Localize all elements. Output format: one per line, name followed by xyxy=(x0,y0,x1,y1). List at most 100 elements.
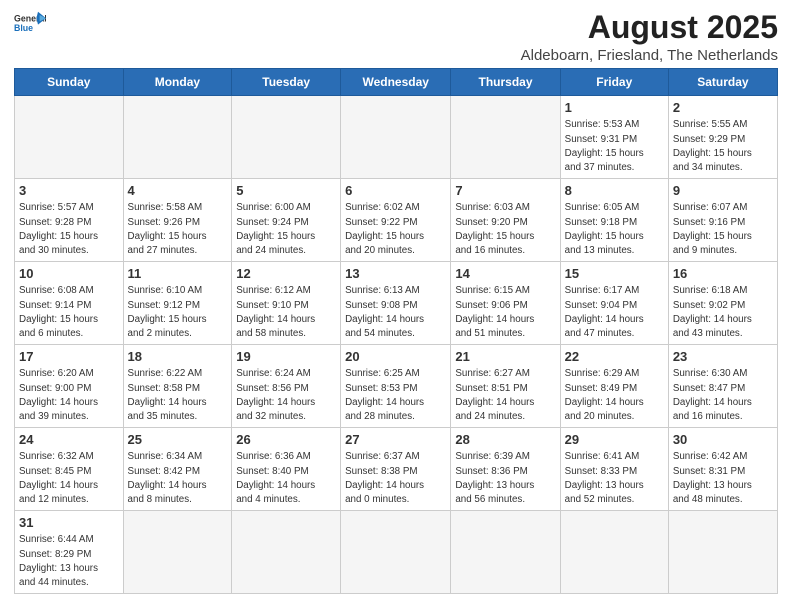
day-number: 21 xyxy=(455,348,555,366)
day-info: Sunrise: 6:41 AM Sunset: 8:33 PM Dayligh… xyxy=(565,450,664,507)
day-info: Sunrise: 6:02 AM Sunset: 9:22 PM Dayligh… xyxy=(345,201,446,258)
table-row: 24Sunrise: 6:32 AM Sunset: 8:45 PM Dayli… xyxy=(15,428,124,511)
page-title: August 2025 xyxy=(521,10,778,45)
day-info: Sunrise: 6:24 AM Sunset: 8:56 PM Dayligh… xyxy=(236,367,336,424)
col-wednesday: Wednesday xyxy=(341,69,451,96)
day-info: Sunrise: 6:20 AM Sunset: 9:00 PM Dayligh… xyxy=(19,367,119,424)
table-row: 2Sunrise: 5:55 AM Sunset: 9:29 PM Daylig… xyxy=(668,96,777,179)
day-info: Sunrise: 5:55 AM Sunset: 9:29 PM Dayligh… xyxy=(673,118,773,175)
day-info: Sunrise: 6:34 AM Sunset: 8:42 PM Dayligh… xyxy=(128,450,228,507)
day-info: Sunrise: 6:29 AM Sunset: 8:49 PM Dayligh… xyxy=(565,367,664,424)
table-row: 30Sunrise: 6:42 AM Sunset: 8:31 PM Dayli… xyxy=(668,428,777,511)
table-row: 1Sunrise: 5:53 AM Sunset: 9:31 PM Daylig… xyxy=(560,96,668,179)
day-number: 28 xyxy=(455,431,555,449)
day-number: 20 xyxy=(345,348,446,366)
day-info: Sunrise: 5:53 AM Sunset: 9:31 PM Dayligh… xyxy=(565,118,664,175)
table-row xyxy=(341,96,451,179)
day-info: Sunrise: 6:22 AM Sunset: 8:58 PM Dayligh… xyxy=(128,367,228,424)
day-info: Sunrise: 6:42 AM Sunset: 8:31 PM Dayligh… xyxy=(673,450,773,507)
table-row: 28Sunrise: 6:39 AM Sunset: 8:36 PM Dayli… xyxy=(451,428,560,511)
day-number: 19 xyxy=(236,348,336,366)
table-row: 31Sunrise: 6:44 AM Sunset: 8:29 PM Dayli… xyxy=(15,511,124,594)
table-row: 20Sunrise: 6:25 AM Sunset: 8:53 PM Dayli… xyxy=(341,345,451,428)
day-number: 18 xyxy=(128,348,228,366)
col-sunday: Sunday xyxy=(15,69,124,96)
day-number: 23 xyxy=(673,348,773,366)
table-row: 6Sunrise: 6:02 AM Sunset: 9:22 PM Daylig… xyxy=(341,179,451,262)
table-row: 3Sunrise: 5:57 AM Sunset: 9:28 PM Daylig… xyxy=(15,179,124,262)
table-row xyxy=(560,511,668,594)
table-row xyxy=(123,96,232,179)
col-friday: Friday xyxy=(560,69,668,96)
day-info: Sunrise: 6:05 AM Sunset: 9:18 PM Dayligh… xyxy=(565,201,664,258)
title-block: August 2025 Aldeboarn, Friesland, The Ne… xyxy=(521,10,778,64)
day-number: 30 xyxy=(673,431,773,449)
day-info: Sunrise: 5:57 AM Sunset: 9:28 PM Dayligh… xyxy=(19,201,119,258)
day-info: Sunrise: 6:18 AM Sunset: 9:02 PM Dayligh… xyxy=(673,284,773,341)
day-number: 26 xyxy=(236,431,336,449)
table-row: 12Sunrise: 6:12 AM Sunset: 9:10 PM Dayli… xyxy=(232,262,341,345)
day-number: 16 xyxy=(673,265,773,283)
day-number: 5 xyxy=(236,182,336,200)
day-number: 6 xyxy=(345,182,446,200)
day-number: 4 xyxy=(128,182,228,200)
table-row: 15Sunrise: 6:17 AM Sunset: 9:04 PM Dayli… xyxy=(560,262,668,345)
table-row: 22Sunrise: 6:29 AM Sunset: 8:49 PM Dayli… xyxy=(560,345,668,428)
day-number: 9 xyxy=(673,182,773,200)
day-info: Sunrise: 6:10 AM Sunset: 9:12 PM Dayligh… xyxy=(128,284,228,341)
col-tuesday: Tuesday xyxy=(232,69,341,96)
day-number: 24 xyxy=(19,431,119,449)
table-row: 8Sunrise: 6:05 AM Sunset: 9:18 PM Daylig… xyxy=(560,179,668,262)
day-info: Sunrise: 6:36 AM Sunset: 8:40 PM Dayligh… xyxy=(236,450,336,507)
table-row: 26Sunrise: 6:36 AM Sunset: 8:40 PM Dayli… xyxy=(232,428,341,511)
table-row: 29Sunrise: 6:41 AM Sunset: 8:33 PM Dayli… xyxy=(560,428,668,511)
table-row: 5Sunrise: 6:00 AM Sunset: 9:24 PM Daylig… xyxy=(232,179,341,262)
day-number: 22 xyxy=(565,348,664,366)
table-row xyxy=(341,511,451,594)
table-row xyxy=(123,511,232,594)
svg-text:Blue: Blue xyxy=(14,23,33,33)
col-thursday: Thursday xyxy=(451,69,560,96)
table-row: 10Sunrise: 6:08 AM Sunset: 9:14 PM Dayli… xyxy=(15,262,124,345)
day-number: 10 xyxy=(19,265,119,283)
table-row xyxy=(232,96,341,179)
day-number: 29 xyxy=(565,431,664,449)
day-number: 12 xyxy=(236,265,336,283)
day-number: 15 xyxy=(565,265,664,283)
logo: General Blue xyxy=(14,10,46,36)
table-row: 23Sunrise: 6:30 AM Sunset: 8:47 PM Dayli… xyxy=(668,345,777,428)
day-number: 17 xyxy=(19,348,119,366)
table-row xyxy=(15,96,124,179)
table-row xyxy=(451,96,560,179)
day-info: Sunrise: 6:44 AM Sunset: 8:29 PM Dayligh… xyxy=(19,533,119,590)
day-number: 3 xyxy=(19,182,119,200)
table-row: 21Sunrise: 6:27 AM Sunset: 8:51 PM Dayli… xyxy=(451,345,560,428)
day-number: 11 xyxy=(128,265,228,283)
day-info: Sunrise: 6:17 AM Sunset: 9:04 PM Dayligh… xyxy=(565,284,664,341)
table-row: 4Sunrise: 5:58 AM Sunset: 9:26 PM Daylig… xyxy=(123,179,232,262)
day-info: Sunrise: 6:30 AM Sunset: 8:47 PM Dayligh… xyxy=(673,367,773,424)
day-info: Sunrise: 6:27 AM Sunset: 8:51 PM Dayligh… xyxy=(455,367,555,424)
table-row: 25Sunrise: 6:34 AM Sunset: 8:42 PM Dayli… xyxy=(123,428,232,511)
table-row: 27Sunrise: 6:37 AM Sunset: 8:38 PM Dayli… xyxy=(341,428,451,511)
day-info: Sunrise: 6:13 AM Sunset: 9:08 PM Dayligh… xyxy=(345,284,446,341)
day-info: Sunrise: 6:08 AM Sunset: 9:14 PM Dayligh… xyxy=(19,284,119,341)
col-monday: Monday xyxy=(123,69,232,96)
table-row: 13Sunrise: 6:13 AM Sunset: 9:08 PM Dayli… xyxy=(341,262,451,345)
day-info: Sunrise: 6:15 AM Sunset: 9:06 PM Dayligh… xyxy=(455,284,555,341)
day-info: Sunrise: 5:58 AM Sunset: 9:26 PM Dayligh… xyxy=(128,201,228,258)
col-saturday: Saturday xyxy=(668,69,777,96)
day-info: Sunrise: 6:00 AM Sunset: 9:24 PM Dayligh… xyxy=(236,201,336,258)
day-number: 8 xyxy=(565,182,664,200)
day-info: Sunrise: 6:39 AM Sunset: 8:36 PM Dayligh… xyxy=(455,450,555,507)
table-row: 16Sunrise: 6:18 AM Sunset: 9:02 PM Dayli… xyxy=(668,262,777,345)
calendar-table: Sunday Monday Tuesday Wednesday Thursday… xyxy=(14,68,778,594)
table-row: 18Sunrise: 6:22 AM Sunset: 8:58 PM Dayli… xyxy=(123,345,232,428)
day-number: 7 xyxy=(455,182,555,200)
day-number: 14 xyxy=(455,265,555,283)
table-row: 9Sunrise: 6:07 AM Sunset: 9:16 PM Daylig… xyxy=(668,179,777,262)
day-number: 27 xyxy=(345,431,446,449)
day-number: 13 xyxy=(345,265,446,283)
day-info: Sunrise: 6:25 AM Sunset: 8:53 PM Dayligh… xyxy=(345,367,446,424)
day-info: Sunrise: 6:03 AM Sunset: 9:20 PM Dayligh… xyxy=(455,201,555,258)
